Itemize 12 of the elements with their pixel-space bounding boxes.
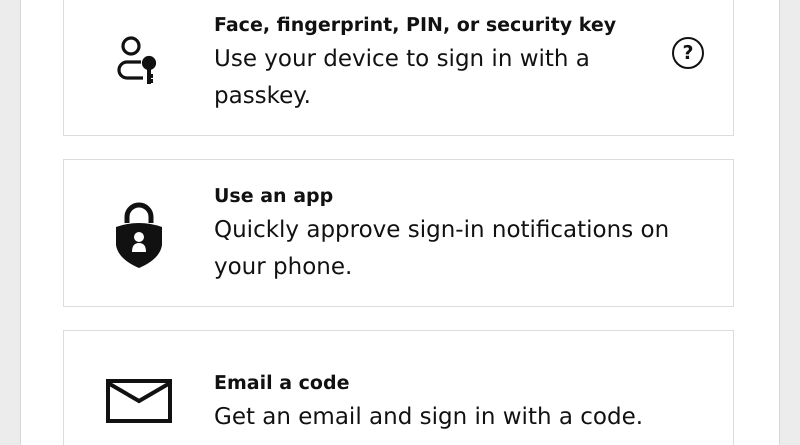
shield-lock-icon xyxy=(114,201,164,269)
option-description: Get an email and sign in with a code. xyxy=(214,403,644,432)
sign-in-option-card[interactable]: Use an app Quickly approve sign-in notifications on your phone. xyxy=(63,159,734,307)
option-title: Email a code xyxy=(214,371,350,395)
option-title: Use an app xyxy=(214,184,334,208)
option-description: Use your device to sign in with a passkey. xyxy=(214,45,591,111)
envelope-icon xyxy=(106,379,172,423)
help-button[interactable]: ? xyxy=(672,37,704,69)
sign-in-option-card[interactable]: Face, fingerprint, PIN, or security key Use your device to sign in with a passkey. ? xyxy=(63,0,734,136)
sign-in-option-card[interactable]: Email a code Get an email and sign in with a code. xyxy=(63,330,734,445)
option-description: Quickly approve sign-in notifications on your phone. xyxy=(214,216,670,282)
option-title: Face, fingerprint, PIN, or security key xyxy=(214,13,618,37)
